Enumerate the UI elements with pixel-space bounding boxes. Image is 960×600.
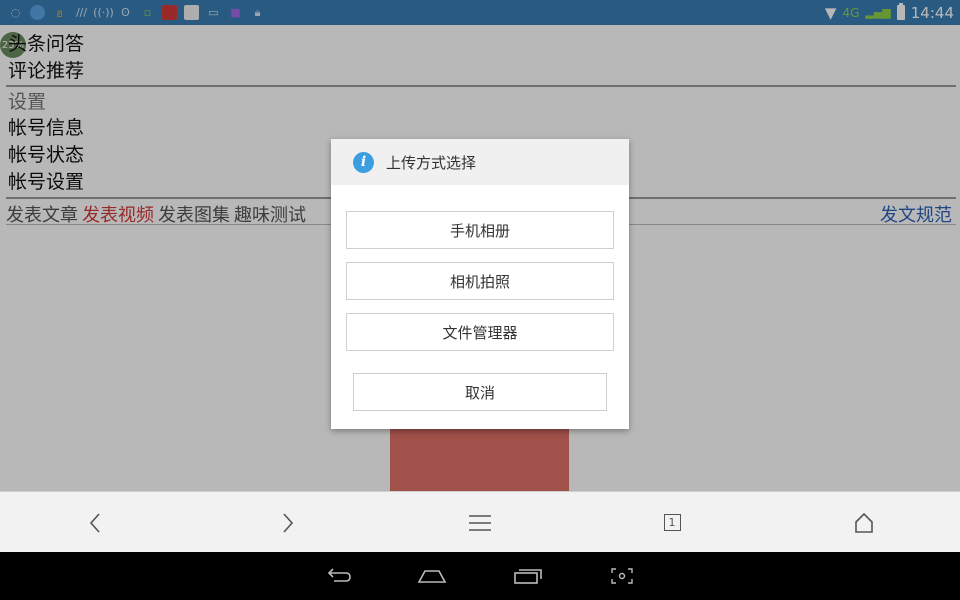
screenshot-icon[interactable] (597, 552, 647, 600)
dialog-header: i 上传方式选择 (331, 139, 629, 185)
info-icon: i (353, 151, 374, 173)
dialog-title: 上传方式选择 (386, 153, 477, 172)
phone-album-button[interactable]: 手机相册 (346, 211, 614, 249)
cancel-button[interactable]: 取消 (353, 373, 607, 411)
back-icon[interactable] (75, 492, 115, 553)
system-nav-bar (0, 552, 960, 600)
tab-count: 1 (663, 514, 681, 531)
menu-icon[interactable] (460, 492, 500, 553)
tabs-button[interactable]: 1 (652, 492, 692, 553)
forward-icon[interactable] (268, 492, 308, 553)
recent-apps-icon[interactable] (503, 552, 553, 600)
home-icon[interactable] (844, 492, 884, 553)
browser-toolbar: 1 (0, 491, 960, 553)
file-manager-button[interactable]: 文件管理器 (346, 313, 614, 351)
upload-method-dialog: i 上传方式选择 手机相册 相机拍照 文件管理器 取消 (331, 139, 629, 429)
home-icon[interactable] (407, 552, 457, 600)
back-icon[interactable] (313, 552, 363, 600)
camera-button[interactable]: 相机拍照 (346, 262, 614, 300)
